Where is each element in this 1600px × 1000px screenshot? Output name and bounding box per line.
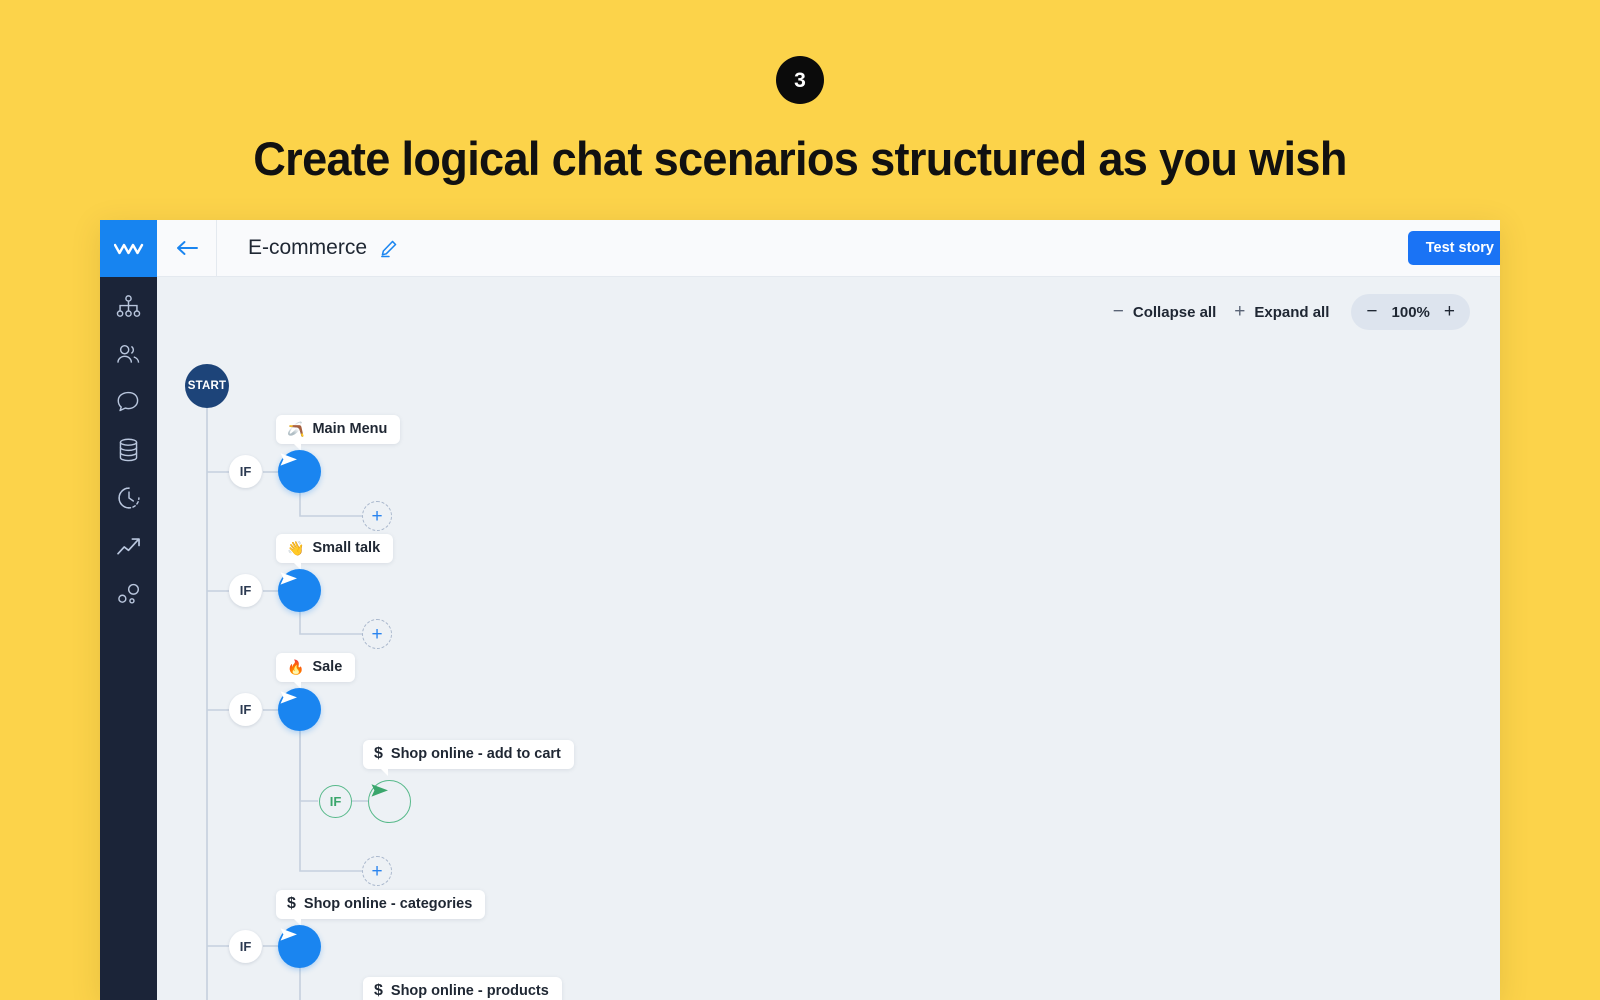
pencil-icon[interactable]	[379, 239, 398, 258]
chat-bubble-icon	[117, 391, 139, 412]
sidebar-item-conversations[interactable]	[111, 389, 147, 415]
send-icon	[280, 572, 297, 585]
waving-hand-icon: 👋	[287, 540, 305, 556]
bubbles-icon	[118, 583, 139, 604]
node-send-sale[interactable]	[278, 688, 321, 731]
node-send-main-menu[interactable]	[278, 450, 321, 493]
arrow-left-icon	[176, 241, 198, 255]
label-chip-main-menu[interactable]: 🪃 Main Menu	[276, 415, 401, 451]
label-chip-sale[interactable]: 🔥 Sale	[276, 653, 356, 689]
send-icon	[280, 928, 297, 941]
label-chip-shop-products[interactable]: $ Shop online - products	[363, 977, 562, 1000]
clock-icon	[117, 487, 140, 509]
page-title: Create logical chat scenarios structured…	[253, 132, 1347, 185]
app-body: − Collapse all + Expand all − 100% + STA…	[100, 277, 1500, 1000]
sidebar-item-analytics[interactable]	[111, 533, 147, 559]
app-topbar: E-commerce Test story	[100, 220, 1500, 277]
dollar-icon: $	[374, 745, 383, 762]
node-if-shop-add-to-cart[interactable]: IF	[319, 785, 352, 818]
node-send-shop-categories[interactable]	[278, 925, 321, 968]
app-window: E-commerce Test story − Collapse all + E…	[100, 220, 1500, 1000]
sidebar	[100, 277, 157, 1000]
send-icon	[371, 784, 388, 797]
label-chip-text: Sale	[312, 659, 343, 675]
label-chip-text: Small talk	[312, 540, 381, 556]
node-if-sale[interactable]: IF	[229, 693, 262, 726]
sidebar-item-users[interactable]	[111, 341, 147, 367]
document-title: E-commerce	[248, 236, 368, 259]
test-story-button[interactable]: Test story	[1407, 231, 1500, 265]
node-add-main-menu[interactable]: +	[362, 501, 392, 531]
send-icon	[280, 453, 297, 466]
app-logo[interactable]	[100, 220, 157, 277]
promo-header: 3 Create logical chat scenarios structur…	[0, 0, 1600, 186]
node-if-shop-categories[interactable]: IF	[229, 930, 262, 963]
send-icon	[280, 691, 297, 704]
dollar-icon: $	[374, 982, 383, 999]
flow-graph: START 🪃 Main Menu IF + 👋 Small talk IF +…	[157, 277, 1500, 1000]
node-if-small-talk[interactable]: IF	[229, 574, 262, 607]
sidebar-item-data[interactable]	[111, 437, 147, 463]
label-chip-text: Main Menu	[312, 421, 388, 437]
fire-icon: 🔥	[287, 659, 305, 675]
database-icon	[119, 438, 138, 462]
label-chip-text: Shop online - add to cart	[390, 746, 561, 762]
label-chip-text: Shop online - categories	[303, 896, 473, 912]
label-chip-shop-categories[interactable]: $ Shop online - categories	[276, 890, 486, 926]
wave-logo-icon	[113, 243, 143, 254]
document-title-group: E-commerce	[248, 236, 398, 260]
sidebar-item-history[interactable]	[111, 485, 147, 511]
node-add-sale[interactable]: +	[362, 856, 392, 886]
label-chip-text: Shop online - products	[390, 983, 549, 999]
node-add-small-talk[interactable]: +	[362, 619, 392, 649]
node-send-small-talk[interactable]	[278, 569, 321, 612]
back-button[interactable]	[157, 220, 217, 277]
label-chip-small-talk[interactable]: 👋 Small talk	[276, 534, 394, 570]
users-icon	[117, 344, 140, 363]
sidebar-item-integrations[interactable]	[111, 581, 147, 607]
flow-canvas[interactable]: − Collapse all + Expand all − 100% + STA…	[157, 277, 1500, 1000]
step-badge: 3	[776, 56, 824, 104]
node-send-shop-add-to-cart[interactable]	[368, 780, 411, 823]
trending-up-icon	[116, 537, 140, 555]
sitemap-icon	[116, 294, 141, 317]
node-if-main-menu[interactable]: IF	[229, 455, 262, 488]
node-start[interactable]: START	[185, 364, 229, 408]
dollar-icon: $	[287, 895, 296, 912]
boomerang-icon: 🪃	[287, 421, 305, 437]
sidebar-item-stories[interactable]	[111, 293, 147, 319]
label-chip-shop-add-to-cart[interactable]: $ Shop online - add to cart	[363, 740, 574, 776]
